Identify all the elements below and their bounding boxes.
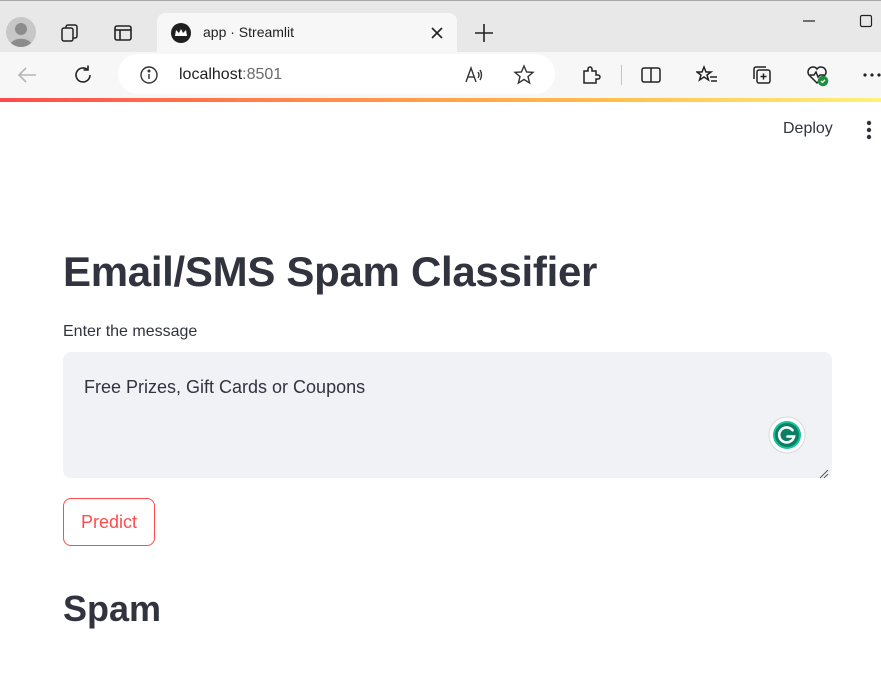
puzzle-icon[interactable] — [578, 62, 604, 88]
prediction-result: Spam — [63, 588, 162, 629]
resize-handle-icon[interactable] — [819, 466, 829, 479]
browser-essentials-icon[interactable] — [804, 62, 830, 88]
info-icon[interactable] — [138, 64, 160, 86]
message-input[interactable]: Free Prizes, Gift Cards or Coupons — [63, 352, 832, 478]
streamlit-header-decoration — [0, 98, 881, 102]
toolbar-divider — [621, 65, 622, 85]
minimize-icon[interactable] — [798, 11, 820, 31]
predict-button[interactable]: Predict — [63, 498, 155, 546]
main-menu-icon[interactable] — [860, 119, 878, 141]
plus-icon[interactable] — [472, 21, 496, 45]
grammarly-icon[interactable] — [768, 416, 806, 454]
browser-toolbar: localhost:8501 — [0, 52, 881, 98]
deploy-button[interactable]: Deploy — [783, 120, 833, 138]
workspaces-icon[interactable] — [58, 21, 82, 45]
url-host: localhost — [179, 66, 243, 83]
favorites-list-icon[interactable] — [694, 62, 720, 88]
tab-title: app · Streamlit — [203, 24, 295, 40]
refresh-icon[interactable] — [70, 62, 96, 88]
message-input-label: Enter the message — [63, 323, 198, 340]
more-horizontal-icon[interactable] — [860, 62, 881, 88]
read-aloud-icon[interactable] — [463, 64, 485, 86]
streamlit-crown-icon — [171, 23, 191, 43]
collections-icon[interactable] — [749, 62, 775, 88]
split-screen-icon[interactable] — [638, 62, 664, 88]
close-icon[interactable] — [427, 23, 447, 43]
address-bar[interactable]: localhost:8501 — [118, 54, 555, 94]
maximize-icon[interactable] — [855, 11, 877, 31]
message-input-value[interactable]: Free Prizes, Gift Cards or Coupons — [84, 377, 365, 398]
active-tab[interactable]: app · Streamlit — [157, 13, 457, 53]
star-icon[interactable] — [512, 63, 536, 87]
url-port: :8501 — [242, 66, 283, 83]
page-title: Email/SMS Spam Classifier — [63, 248, 598, 295]
profile-avatar-icon[interactable] — [6, 17, 36, 47]
arrow-left-icon[interactable] — [14, 62, 40, 88]
vertical-tabs-icon[interactable] — [111, 21, 135, 45]
url-text[interactable]: localhost:8501 — [179, 66, 282, 84]
browser-tab-strip: app · Streamlit — [0, 0, 881, 53]
